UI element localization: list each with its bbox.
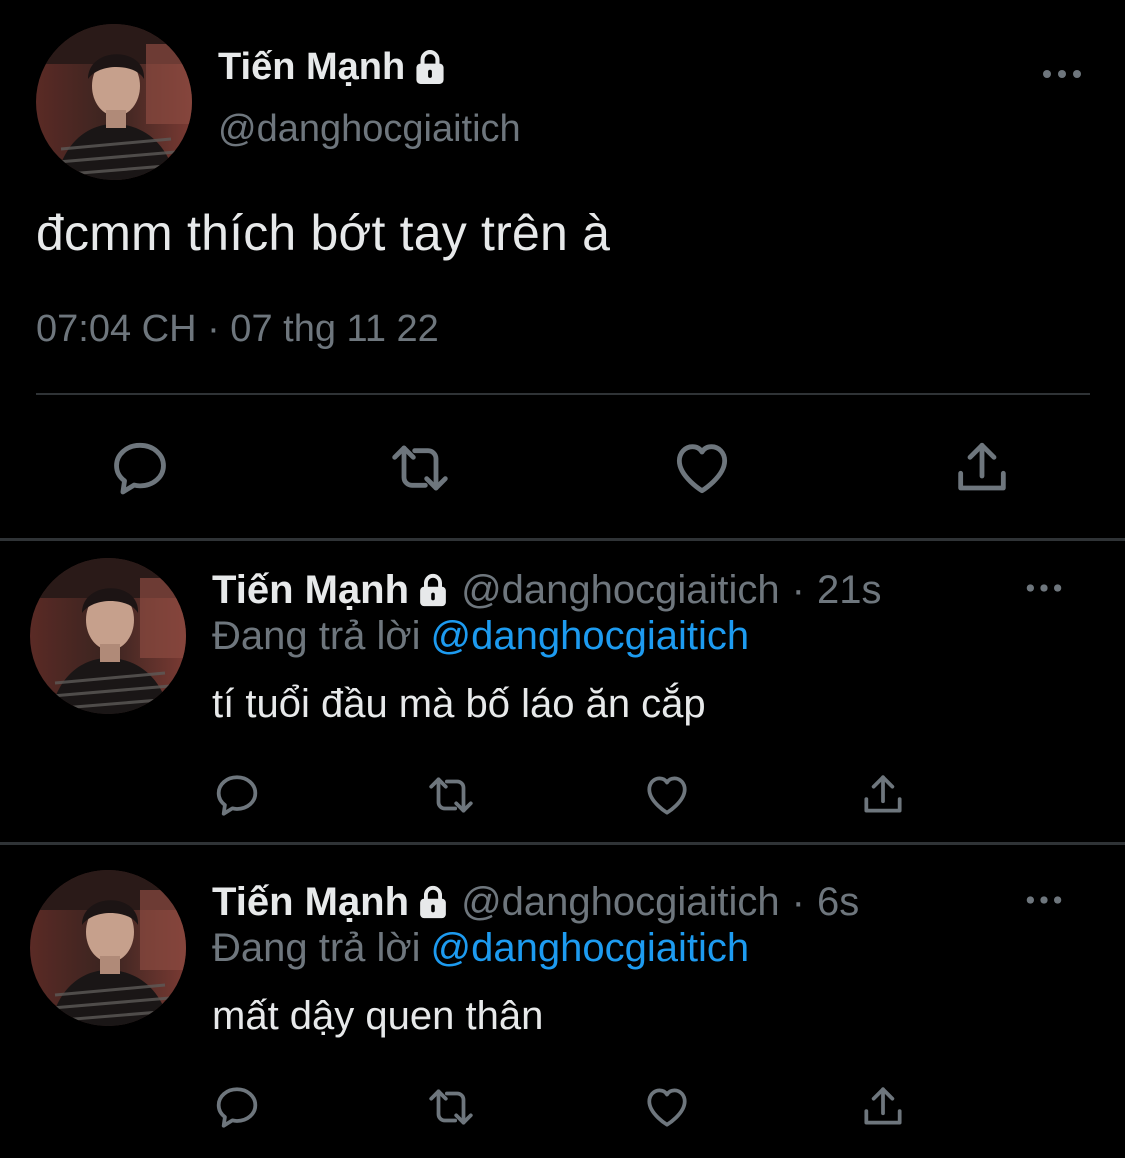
share-icon[interactable] (858, 1082, 908, 1132)
display-name[interactable]: Tiến Mạnh (218, 46, 405, 89)
display-name[interactable]: Tiến Mạnh (212, 568, 409, 613)
time-ago[interactable]: 6s (817, 880, 859, 925)
like-icon[interactable] (642, 1082, 692, 1132)
divider (0, 842, 1125, 845)
user-handle[interactable]: @danghocgiaitich (461, 880, 780, 925)
reply-tweet[interactable]: Tiến Mạnh @danghocgiaitich · 6s Đang trả… (0, 854, 1125, 1154)
like-icon[interactable] (670, 436, 734, 500)
tweet-text: đcmm thích bớt tay trên à (36, 205, 611, 261)
retweet-icon[interactable] (388, 436, 452, 500)
avatar[interactable] (30, 870, 186, 1026)
share-icon[interactable] (858, 770, 908, 820)
reply-icon[interactable] (212, 1082, 262, 1132)
author-name-row: Tiến Mạnh (218, 40, 447, 94)
share-icon[interactable] (950, 436, 1014, 500)
lock-icon (413, 48, 447, 86)
reply-icon[interactable] (212, 770, 262, 820)
replying-to: Đang trả lời @danghocgiaitich (212, 614, 749, 659)
avatar[interactable] (30, 558, 186, 714)
more-icon[interactable] (1024, 576, 1064, 600)
lock-icon (417, 572, 449, 608)
replying-to: Đang trả lời @danghocgiaitich (212, 926, 749, 971)
divider (0, 538, 1125, 541)
tweet-text: tí tuổi đầu mà bố láo ăn cắp (212, 682, 706, 726)
replying-label: Đang trả lời (212, 926, 421, 970)
reply-header: Tiến Mạnh @danghocgiaitich · 21s (212, 566, 881, 614)
reply-header: Tiến Mạnh @danghocgiaitich · 6s (212, 878, 859, 926)
reply-icon[interactable] (108, 436, 172, 500)
lock-icon (417, 884, 449, 920)
user-handle[interactable]: @danghocgiaitich (461, 568, 780, 613)
retweet-icon[interactable] (426, 1082, 476, 1132)
user-handle[interactable]: @danghocgiaitich (218, 108, 521, 151)
tweet-timestamp[interactable]: 07:04 CH · 07 thg 11 22 (36, 308, 439, 351)
tweet-text: mất dậy quen thân (212, 994, 544, 1038)
replying-to-handle[interactable]: @danghocgiaitich (431, 614, 750, 658)
time-ago[interactable]: 21s (817, 568, 882, 613)
replying-to-handle[interactable]: @danghocgiaitich (431, 926, 750, 970)
retweet-icon[interactable] (426, 770, 476, 820)
separator-dot: · (791, 567, 805, 612)
reply-tweet[interactable]: Tiến Mạnh @danghocgiaitich · 21s Đang tr… (0, 542, 1125, 842)
main-tweet: Tiến Mạnh @danghocgiaitich đcmm thích bớ… (0, 0, 1125, 540)
like-icon[interactable] (642, 770, 692, 820)
display-name[interactable]: Tiến Mạnh (212, 880, 409, 925)
avatar[interactable] (36, 24, 192, 180)
more-icon[interactable] (1040, 60, 1084, 88)
divider (36, 393, 1090, 395)
replying-label: Đang trả lời (212, 614, 421, 658)
more-icon[interactable] (1024, 888, 1064, 912)
separator-dot: · (791, 879, 805, 924)
